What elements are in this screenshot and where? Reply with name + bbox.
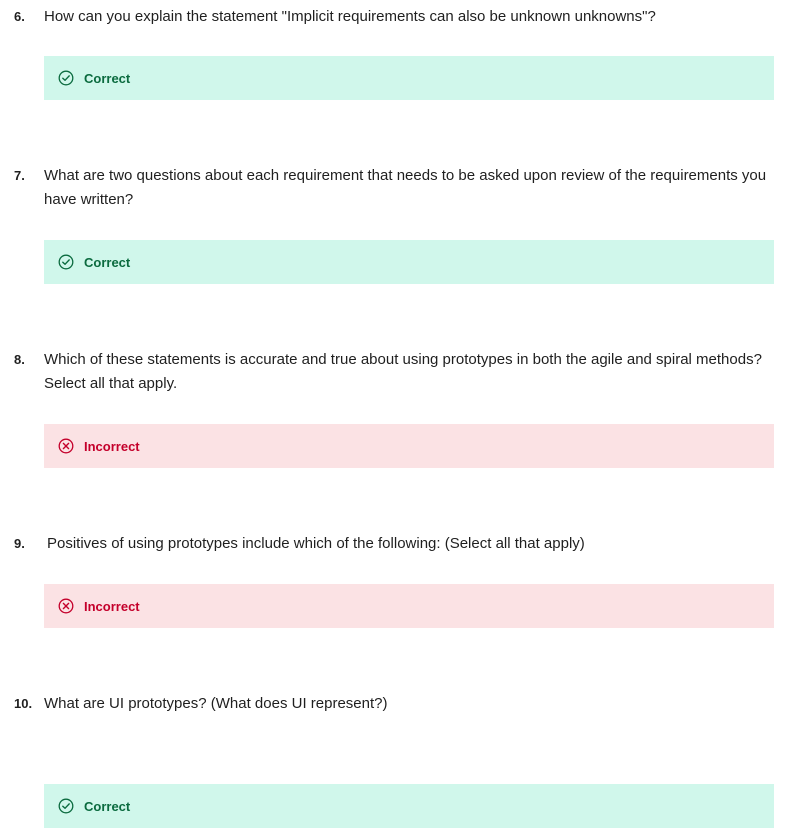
feedback-correct: Correct [44,56,774,100]
feedback-label: Correct [84,70,131,86]
question-text: What are two questions about each requir… [44,167,767,208]
question-text: How can you explain the statement "Impli… [44,8,656,25]
check-circle-icon [58,798,74,814]
check-circle-icon [58,254,74,270]
question-text: What are UI prototypes? (What does UI re… [44,695,388,712]
feedback-correct: Correct [44,240,774,284]
x-circle-icon [58,438,74,454]
question-text: Positives of using prototypes include wh… [47,535,585,552]
question-text: Which of these statements is accurate an… [44,351,762,392]
question-number: 6. [14,9,25,24]
question-number: 7. [14,168,25,183]
question-header: 8. Which of these statements is accurate… [14,348,774,396]
feedback-label: Incorrect [84,438,140,454]
question-number: 9. [14,536,25,551]
feedback-correct: Correct [44,784,774,828]
check-circle-icon [58,70,74,86]
x-circle-icon [58,598,74,614]
question-number: 10. [14,696,33,711]
question-header: 9. Positives of using prototypes include… [14,532,774,556]
question-header: 6. How can you explain the statement "Im… [14,5,774,29]
feedback-incorrect: Incorrect [44,424,774,468]
feedback-label: Correct [84,254,131,270]
feedback-label: Incorrect [84,598,140,614]
feedback-label: Correct [84,798,131,814]
question-header: 7. What are two questions about each req… [14,164,774,212]
feedback-incorrect: Incorrect [44,584,774,628]
question-header: 10. What are UI prototypes? (What does U… [14,692,774,716]
question-number: 8. [14,352,25,367]
